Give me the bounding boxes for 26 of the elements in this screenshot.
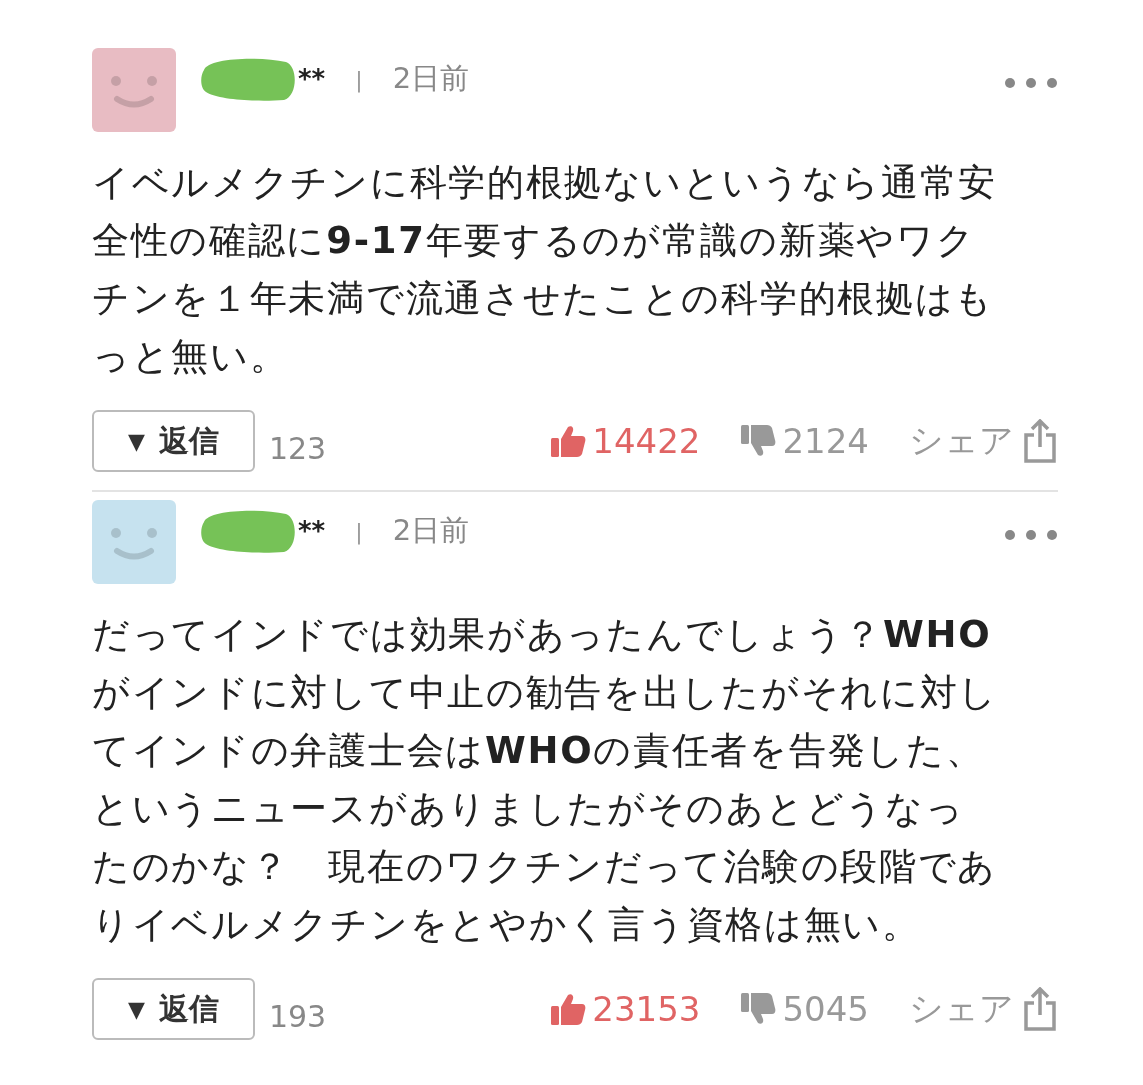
comment-text: だってインドでは効果があったんでしょう？WHOがインドに対して中止の勧告を出したがそれに対してインドの弁護士会はWHOの責任者を告発した、というニュースがありましたがそのあとどうなったのかな？ 現在のワクチンだって治験の段階でありイベルメクチンをとやかく言う資格は無い。 xyxy=(92,612,1000,948)
user-name[interactable]: ** xyxy=(298,64,326,94)
separator: | xyxy=(355,518,363,544)
dislike-button[interactable]: 2124 xyxy=(740,421,869,461)
share-button[interactable]: シェア xyxy=(909,418,1058,464)
thumbs-down-icon xyxy=(740,992,777,1026)
reply-count: 193 xyxy=(268,998,327,1034)
post-time: 2日前 xyxy=(392,512,470,549)
more-icon[interactable] xyxy=(1004,77,1058,89)
share-button[interactable]: シェア xyxy=(909,986,1058,1032)
share-icon xyxy=(1022,419,1058,463)
reply-button[interactable]: ▼ 返信 xyxy=(92,978,255,1040)
like-button[interactable]: 23153 xyxy=(550,989,701,1029)
like-button[interactable]: 14422 xyxy=(550,421,701,461)
user-name[interactable]: ** xyxy=(298,516,326,546)
post-time: 2日前 xyxy=(392,60,470,97)
thumbs-up-icon xyxy=(550,992,587,1026)
comment-text: イベルメクチンに科学的根拠ないというなら通常安全性の確認に9-17年要するのが常識の新薬やワクチンを１年未満で流通させたことの科学的根拠はもっと無い。 xyxy=(92,160,999,380)
separator: | xyxy=(355,66,363,92)
reply-count: 123 xyxy=(268,430,327,466)
thumbs-down-icon xyxy=(740,424,777,458)
thumbs-up-icon xyxy=(550,424,587,458)
more-icon[interactable] xyxy=(1004,529,1058,541)
share-icon xyxy=(1022,987,1058,1031)
dislike-button[interactable]: 5045 xyxy=(740,989,869,1029)
reply-button[interactable]: ▼ 返信 xyxy=(92,410,255,472)
